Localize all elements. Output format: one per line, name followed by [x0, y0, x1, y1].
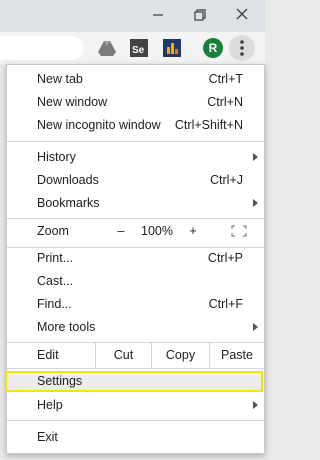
selenium-extension-icon[interactable]: Se [129, 38, 149, 58]
chrome-menu-button[interactable] [229, 35, 255, 61]
google-drive-extension-icon[interactable] [97, 38, 117, 58]
address-bar[interactable] [0, 36, 84, 60]
restore-button[interactable] [188, 4, 212, 26]
menu-item-settings[interactable]: Settings [5, 371, 263, 392]
restore-icon [194, 9, 206, 21]
submenu-arrow-icon [253, 199, 258, 207]
menu-item-shortcut: Ctrl+J [210, 173, 243, 187]
menu-item-exit[interactable]: Exit [7, 426, 265, 448]
menu-item-new-incognito-window[interactable]: New incognito window Ctrl+Shift+N [7, 114, 265, 136]
minimize-button[interactable] [146, 4, 170, 26]
menu-item-shortcut: Ctrl+P [207, 251, 243, 265]
menu-divider [7, 141, 265, 142]
browser-toolbar: Se R [0, 32, 265, 88]
menu-item-shortcut: Ctrl+T [208, 72, 243, 86]
paste-button[interactable]: Paste [210, 344, 264, 366]
submenu-arrow-icon [253, 323, 258, 331]
submenu-arrow-icon [253, 153, 258, 161]
zoom-level-value: 100% [141, 224, 173, 238]
avatar-letter: R [208, 41, 218, 55]
analytics-extension-icon[interactable] [162, 38, 182, 58]
menu-divider [7, 368, 265, 369]
menu-item-find[interactable]: Find... Ctrl+F [7, 293, 265, 315]
menu-item-history[interactable]: History [7, 146, 265, 168]
menu-divider [7, 218, 265, 219]
menu-item-downloads[interactable]: Downloads Ctrl+J [7, 169, 265, 191]
submenu-arrow-icon [253, 401, 258, 409]
fullscreen-button[interactable] [219, 220, 259, 242]
menu-item-label: Downloads [37, 173, 99, 187]
menu-item-print[interactable]: Print... Ctrl+P [7, 247, 265, 269]
svg-text:Se: Se [132, 45, 145, 56]
menu-item-more-tools[interactable]: More tools [7, 316, 265, 338]
zoom-row: Zoom – 100% + [7, 220, 265, 242]
menu-item-shortcut: Ctrl+Shift+N [174, 118, 243, 132]
zoom-label: Zoom [37, 224, 69, 238]
menu-item-label: New incognito window [37, 118, 161, 132]
menu-item-label: New tab [37, 72, 83, 86]
menu-item-label: New window [37, 95, 108, 109]
cut-button[interactable]: Cut [96, 344, 151, 366]
menu-item-label: More tools [37, 320, 96, 334]
menu-divider [7, 420, 265, 421]
edit-label: Edit [37, 348, 59, 362]
fullscreen-icon [231, 225, 247, 237]
minimize-icon [153, 14, 163, 16]
menu-item-help[interactable]: Help [7, 394, 265, 416]
menu-item-label: Bookmarks [37, 196, 100, 210]
profile-avatar[interactable]: R [203, 38, 223, 58]
zoom-in-button[interactable]: + [179, 220, 207, 242]
menu-item-label: Print... [37, 251, 74, 265]
menu-item-label: Cast... [37, 274, 74, 288]
zoom-out-button[interactable]: – [107, 220, 135, 242]
menu-item-new-tab[interactable]: New tab Ctrl+T [7, 68, 265, 90]
close-button[interactable] [230, 4, 254, 26]
menu-item-shortcut: Ctrl+F [208, 297, 243, 311]
menu-item-new-window[interactable]: New window Ctrl+N [7, 91, 265, 113]
menu-item-shortcut: Ctrl+N [207, 95, 243, 109]
menu-divider [7, 342, 265, 343]
edit-row: Edit Cut Copy Paste [7, 342, 265, 368]
title-bar [0, 0, 265, 32]
menu-item-label: Settings [37, 374, 83, 388]
copy-button[interactable]: Copy [152, 344, 209, 366]
menu-item-cast[interactable]: Cast... [7, 270, 265, 292]
menu-item-label: Find... [37, 297, 72, 311]
menu-item-label: History [37, 150, 76, 164]
close-icon [236, 8, 248, 20]
chrome-main-menu: New tab Ctrl+T New window Ctrl+N New inc… [5, 64, 265, 454]
menu-item-label: Exit [37, 430, 58, 444]
menu-item-bookmarks[interactable]: Bookmarks [7, 192, 265, 214]
menu-item-label: Help [37, 398, 63, 412]
three-dots-vertical-icon [240, 40, 244, 56]
